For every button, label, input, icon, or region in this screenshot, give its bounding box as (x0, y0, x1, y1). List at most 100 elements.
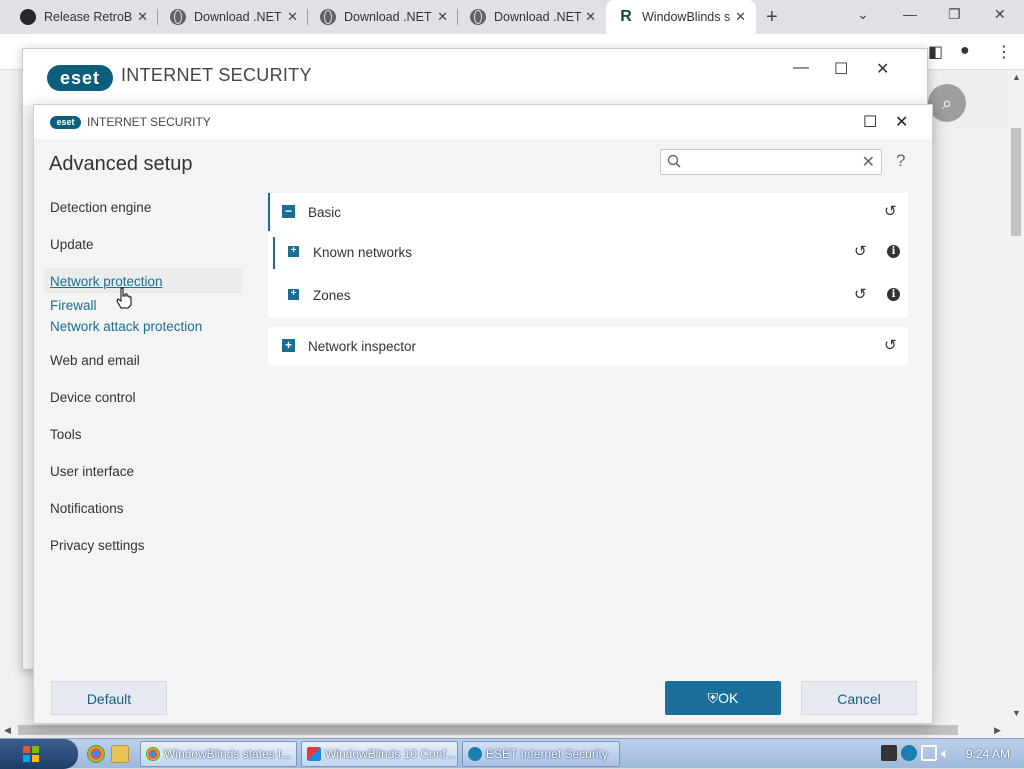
browser-minimize-button[interactable]: — (903, 6, 917, 22)
subsection-row-zones[interactable]: + Zones ↺ i (268, 276, 908, 316)
browser-tab[interactable]: Download .NET ✕ (158, 0, 308, 34)
close-icon[interactable]: ✕ (137, 9, 148, 25)
nav-item-tools[interactable]: Tools (50, 427, 82, 442)
reset-icon[interactable]: ↺ (884, 202, 897, 220)
browser-tab-label: Download .NET (194, 10, 282, 24)
dialog-titlebar: eset INTERNET SECURITY ☐ ✕ (34, 105, 932, 139)
section-row-basic[interactable]: − Basic ↺ (268, 193, 908, 233)
close-icon[interactable]: ✕ (287, 9, 298, 25)
nav-item-web-and-email[interactable]: Web and email (50, 353, 140, 368)
scroll-left-icon[interactable]: ◀ (4, 725, 11, 736)
section-label-basic: Basic (308, 205, 342, 220)
help-icon[interactable]: ? (896, 151, 905, 171)
volume-icon[interactable]: 🔈︎ (941, 745, 957, 761)
cancel-button[interactable]: Cancel (801, 681, 917, 715)
search-input[interactable] (687, 152, 855, 172)
retrobar-r-icon: R (620, 8, 632, 25)
close-button[interactable]: ✕ (895, 112, 908, 132)
close-icon[interactable]: ✕ (735, 9, 746, 25)
ok-button[interactable]: ⛨OK (665, 681, 781, 715)
info-icon[interactable]: i (887, 288, 900, 301)
clear-search-icon[interactable]: ✕ (862, 152, 875, 172)
maximize-button[interactable]: ☐ (834, 59, 848, 79)
chrome-icon[interactable] (87, 745, 105, 763)
nav-item-notifications[interactable]: Notifications (50, 501, 124, 516)
close-icon[interactable]: ✕ (437, 9, 448, 25)
browser-tab-label: Download .NET (344, 10, 432, 24)
subsection-row-known-networks[interactable]: + Known networks ↺ i (268, 233, 908, 273)
page-search-icon[interactable]: ⌕ (928, 84, 966, 122)
browser-tab[interactable]: Release RetroBar ✕ (8, 0, 158, 34)
eset-logo: eset (47, 65, 113, 91)
nav-subitem-network-attack-protection[interactable]: Network attack protection (50, 319, 202, 334)
maximize-button[interactable]: ☐ (863, 112, 877, 132)
nav-item-update[interactable]: Update (50, 237, 94, 252)
browser-tab[interactable]: Download .NET ✕ (308, 0, 458, 34)
reset-icon[interactable]: ↺ (884, 336, 897, 354)
reset-icon[interactable]: ↺ (854, 242, 867, 260)
security-shield-icon[interactable] (881, 745, 897, 761)
search-box[interactable]: ✕ (660, 149, 882, 175)
default-button[interactable]: Default (51, 681, 167, 715)
chrome-icon (146, 747, 160, 761)
browser-restore-button[interactable]: ❐ (948, 6, 961, 23)
folder-icon[interactable] (111, 745, 129, 763)
scrollbar-thumb[interactable] (18, 725, 958, 735)
globe-icon (320, 9, 336, 25)
close-icon[interactable]: ✕ (585, 9, 596, 25)
search-icon (667, 154, 681, 168)
network-icon[interactable] (921, 745, 937, 761)
basic-section-panel: − Basic ↺ + Known networks ↺ i + Zones ↺… (268, 193, 908, 318)
eset-tray-icon[interactable] (901, 745, 917, 761)
chevron-down-icon[interactable]: ⌄ (857, 6, 869, 23)
taskbar-item-eset[interactable]: ESET Internet Security (462, 741, 620, 767)
scroll-right-icon[interactable]: ▶ (994, 725, 1001, 736)
nav-item-detection-engine[interactable]: Detection engine (50, 200, 151, 215)
expand-icon[interactable]: + (282, 339, 295, 352)
clock[interactable]: 9:24 AM (966, 747, 1010, 761)
github-icon (20, 9, 36, 25)
section-label-network-inspector: Network inspector (308, 339, 417, 354)
taskbar-item-label: WindowBlinds states t... (164, 747, 292, 761)
taskbar-item-windowblinds[interactable]: WindowBlinds 10 Conf... (301, 741, 458, 767)
expand-icon[interactable]: + (288, 246, 299, 257)
close-button[interactable]: ✕ (876, 59, 889, 79)
nav-item-user-interface[interactable]: User interface (50, 464, 134, 479)
page-title: Advanced setup (49, 153, 193, 175)
new-tab-button[interactable]: + (766, 6, 778, 29)
browser-tab[interactable]: Download .NET ✕ (458, 0, 606, 34)
ok-button-label: OK (718, 690, 739, 706)
sidebar-icon[interactable]: ◧ (928, 42, 943, 62)
nav-subitem-firewall[interactable]: Firewall (50, 298, 97, 313)
eset-icon (468, 747, 482, 761)
nav-item-device-control[interactable]: Device control (50, 390, 136, 405)
taskbar-item-chrome[interactable]: WindowBlinds states t... (140, 741, 297, 767)
taskbar: WindowBlinds states t... WindowBlinds 10… (0, 738, 1024, 769)
browser-tab-active[interactable]: R WindowBlinds s ✕ (606, 0, 756, 34)
scroll-up-icon[interactable]: ▲ (1012, 72, 1021, 82)
browser-close-button[interactable]: ✕ (994, 6, 1006, 23)
menu-kebab-icon[interactable]: ⋮ (996, 42, 1012, 62)
collapse-icon[interactable]: − (282, 205, 295, 218)
browser-tab-label: Download .NET (494, 10, 582, 24)
page-horizontal-scrollbar[interactable]: ◀ ▶ (0, 722, 1008, 738)
nav-item-privacy-settings[interactable]: Privacy settings (50, 538, 145, 553)
browser-tab-label: WindowBlinds s (642, 10, 730, 24)
scrollbar-thumb[interactable] (1011, 128, 1021, 236)
subsection-label-zones: Zones (313, 288, 351, 303)
eset-main-header: eset INTERNET SECURITY — ☐ ✕ (23, 49, 927, 105)
eset-logo: eset (50, 116, 81, 129)
windows-logo-icon (23, 746, 39, 762)
reset-icon[interactable]: ↺ (854, 285, 867, 303)
start-button[interactable] (0, 739, 78, 769)
profile-avatar-icon[interactable]: ● (960, 42, 970, 60)
minimize-button[interactable]: — (793, 59, 809, 77)
info-icon[interactable]: i (887, 245, 900, 258)
windowblinds-icon (307, 747, 321, 761)
nav-item-network-protection[interactable]: Network protection (50, 274, 163, 289)
page-vertical-scrollbar[interactable]: ▲ ▼ (1008, 70, 1024, 722)
section-row-network-inspector[interactable]: + Network inspector ↺ (268, 327, 908, 367)
scroll-down-icon[interactable]: ▼ (1012, 708, 1021, 718)
subsection-label-known-networks: Known networks (313, 245, 413, 260)
expand-icon[interactable]: + (288, 289, 299, 300)
